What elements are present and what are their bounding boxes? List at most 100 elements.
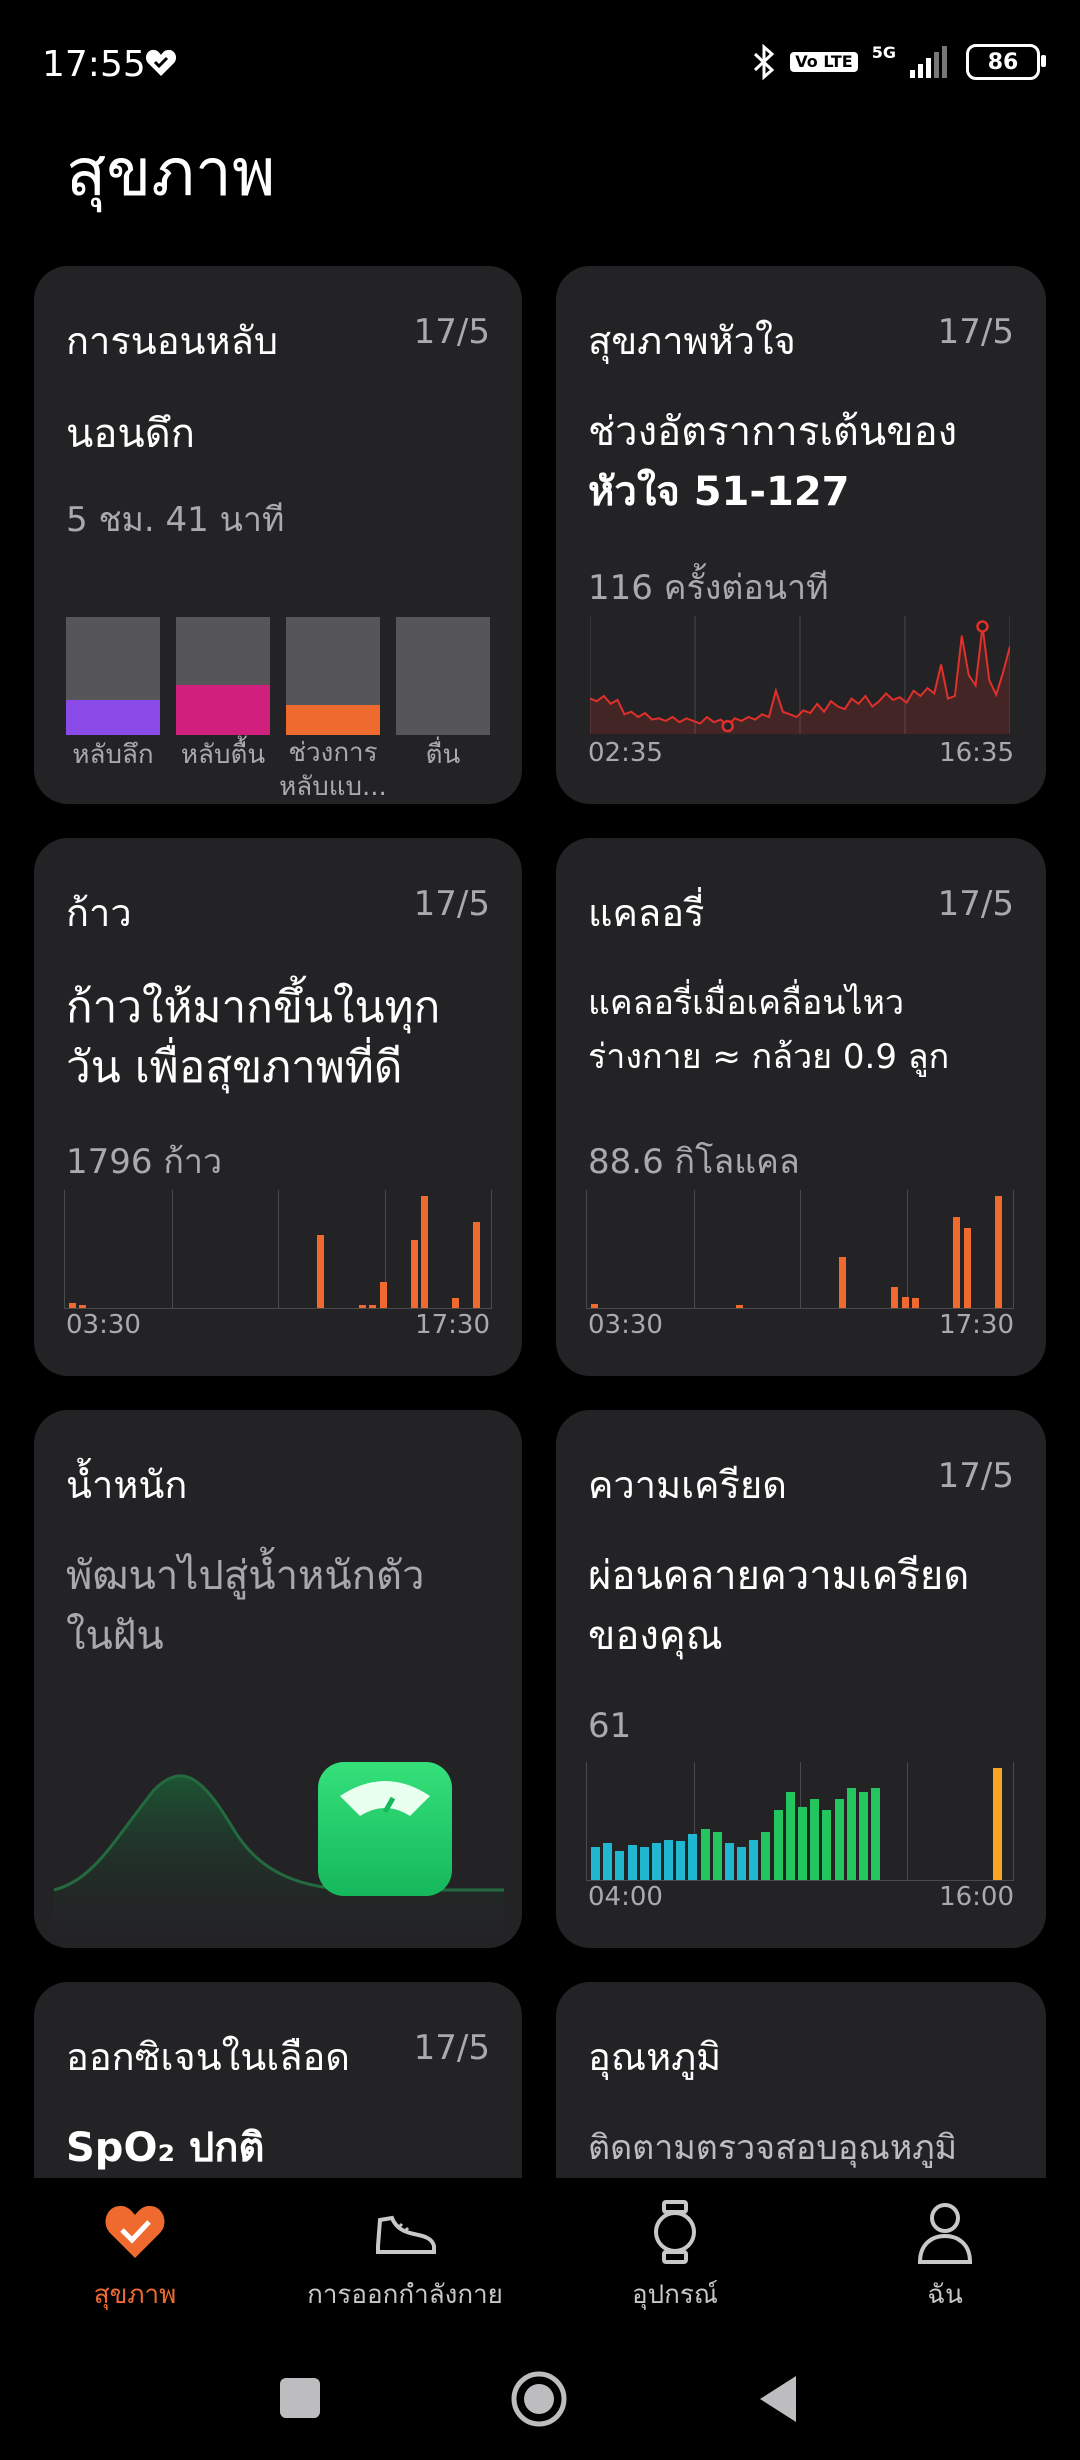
steps-card-title: ก้าว xyxy=(66,891,132,935)
calories-reading: 88.6 กิโลแคล xyxy=(588,1142,800,1182)
spo2-card-title: ออกซิเจนในเลือด xyxy=(66,2035,350,2079)
steps-card[interactable]: ก้าว 17/5 ก้าวให้มากขึ้นในทุก วัน เพื่อส… xyxy=(34,838,522,1376)
chart-bar xyxy=(317,1235,325,1308)
chart-gridline xyxy=(907,1762,908,1880)
heart-rate-min-marker xyxy=(721,719,734,733)
nav-label-me: ฉัน xyxy=(927,2280,963,2310)
bottom-nav: สุขภาพ การออกกำลังกาย อุปกรณ์ ฉัน xyxy=(0,2180,1080,2310)
status-bar: 17:55 Vo LTE 5G 86 xyxy=(0,0,1080,130)
stress-card-title: ความเครียด xyxy=(588,1463,787,1507)
heart-rate-chart xyxy=(590,616,1010,734)
stress-chart xyxy=(586,1762,1014,1881)
temperature-headline: ติดตามตรวจสอบอุณหภูมิ xyxy=(588,2128,958,2168)
chart-bar xyxy=(901,1297,909,1308)
calories-chart xyxy=(586,1190,1014,1309)
recent-apps-icon[interactable] xyxy=(280,2378,320,2418)
chart-bar xyxy=(420,1196,428,1308)
nav-item-me[interactable]: ฉัน xyxy=(810,2180,1080,2310)
system-nav-bar xyxy=(0,2340,1080,2460)
back-icon[interactable] xyxy=(756,2374,800,2424)
steps-reading: 1796 ก้าว xyxy=(66,1142,223,1182)
stress-card[interactable]: ความเครียด 17/5 ผ่อนคลายความเครียด ของคุ… xyxy=(556,1410,1046,1948)
heart-card-date: 17/5 xyxy=(937,312,1014,352)
weight-card[interactable]: น้ำหนัก พัฒนาไปสู่น้ำหนักตัว ในฝัน xyxy=(34,1410,522,1948)
heart-headline: ช่วงอัตราการเต้นของ หัวใจ 51-127 xyxy=(588,402,957,522)
signal-icon xyxy=(910,46,947,78)
steps-x-end: 17:30 xyxy=(415,1310,490,1340)
chart-bar xyxy=(639,1847,649,1880)
chart-bar xyxy=(737,1847,747,1880)
sleep-stage-label: หลับลึก xyxy=(72,740,154,770)
page-title: สุขภาพ xyxy=(66,134,276,211)
watch-icon xyxy=(654,2200,696,2264)
stress-reading: 61 xyxy=(588,1706,632,1746)
chart-bar xyxy=(591,1304,598,1308)
chart-gridline xyxy=(800,1190,801,1308)
chart-bar xyxy=(761,1832,771,1880)
nav-label-devices: อุปกรณ์ xyxy=(632,2280,718,2310)
chart-bar xyxy=(871,1788,881,1880)
stress-headline-line2: ของคุณ xyxy=(588,1613,723,1659)
calories-x-start: 03:30 xyxy=(588,1310,663,1340)
sleep-stage-label: ตื่น xyxy=(425,740,461,770)
chart-bar xyxy=(627,1845,637,1880)
chart-gridline xyxy=(907,1190,908,1308)
heart-icon xyxy=(105,2205,165,2258)
temperature-card[interactable]: อุณหภูมิ ติดตามตรวจสอบอุณหภูมิ xyxy=(556,1982,1046,2178)
nav-label-workout: การออกกำลังกาย xyxy=(307,2280,503,2310)
chart-bar xyxy=(953,1217,961,1308)
volte-badge: Vo LTE xyxy=(790,52,858,72)
chart-bar xyxy=(451,1298,459,1308)
chart-bar xyxy=(724,1843,734,1880)
shoe-icon xyxy=(376,2215,436,2254)
calories-card-date: 17/5 xyxy=(937,884,1014,924)
stress-x-start: 04:00 xyxy=(588,1882,663,1912)
sleep-stage-column xyxy=(176,617,270,735)
nav-item-devices[interactable]: อุปกรณ์ xyxy=(540,2180,810,2310)
weight-headline-line1: พัฒนาไปสู่น้ำหนักตัว xyxy=(66,1553,425,1599)
heart-badge-icon xyxy=(145,49,177,76)
chart-bar xyxy=(735,1305,743,1308)
chart-bar xyxy=(773,1810,783,1880)
steps-headline-line1: ก้าวให้มากขึ้นในทุก xyxy=(66,982,441,1033)
heart-headline-line1: ช่วงอัตราการเต้นของ xyxy=(588,409,958,455)
calories-headline: แคลอรี่เมื่อเคลื่อนไหว ร่างกาย ≈ กล้วย 0… xyxy=(588,976,949,1084)
chart-bar xyxy=(846,1788,856,1880)
nav-item-workout[interactable]: การออกกำลังกาย xyxy=(270,2180,540,2310)
calories-card-title: แคลอรี่ xyxy=(588,891,705,935)
chart-bar xyxy=(591,1847,600,1880)
nav-item-health[interactable]: สุขภาพ xyxy=(0,2180,270,2310)
sleep-duration: 5 ชม. 41 นาที xyxy=(66,500,285,540)
sleep-stage-fill xyxy=(66,700,160,735)
calories-card[interactable]: แคลอรี่ 17/5 แคลอรี่เมื่อเคลื่อนไหว ร่าง… xyxy=(556,838,1046,1376)
calories-headline-line2: ร่างกาย ≈ กล้วย 0.9 ลูก xyxy=(588,1037,950,1077)
scale-icon xyxy=(318,1762,452,1896)
sleep-stage-fill xyxy=(286,705,380,735)
heart-headline-line2: หัวใจ 51-127 xyxy=(588,469,850,515)
spo2-card[interactable]: ออกซิเจนในเลือด 17/5 SpO₂ ปกติ xyxy=(34,1982,522,2178)
calories-x-end: 17:30 xyxy=(939,1310,1014,1340)
sleep-card-date: 17/5 xyxy=(413,312,490,352)
sleep-stage-column xyxy=(66,617,160,735)
chart-bar xyxy=(664,1840,674,1880)
spo2-headline: SpO₂ ปกติ xyxy=(66,2125,265,2171)
steps-headline: ก้าวให้มากขึ้นในทุก วัน เพื่อสุขภาพที่ดี xyxy=(66,978,440,1098)
status-icons: Vo LTE 5G 86 xyxy=(752,43,1046,80)
chart-bar xyxy=(358,1305,366,1308)
temperature-card-title: อุณหภูมิ xyxy=(588,2035,722,2079)
steps-headline-line2: วัน เพื่อสุขภาพที่ดี xyxy=(66,1042,403,1093)
chart-bar xyxy=(810,1799,820,1880)
chart-bar xyxy=(69,1303,76,1308)
chart-bar xyxy=(891,1287,899,1308)
home-icon[interactable] xyxy=(510,2370,568,2428)
chart-bar xyxy=(603,1843,613,1880)
heart-card[interactable]: สุขภาพหัวใจ 17/5 ช่วงอัตราการเต้นของ หัว… xyxy=(556,266,1046,804)
chart-bar xyxy=(688,1834,698,1880)
chart-bar xyxy=(749,1840,759,1880)
sleep-stage-fill xyxy=(176,685,270,735)
heart-rate-max-marker xyxy=(976,620,989,633)
stress-headline: ผ่อนคลายความเครียด ของคุณ xyxy=(588,1546,969,1666)
status-time: 17:55 xyxy=(42,44,146,85)
chart-bar xyxy=(369,1305,377,1308)
chart-bar xyxy=(615,1851,625,1880)
